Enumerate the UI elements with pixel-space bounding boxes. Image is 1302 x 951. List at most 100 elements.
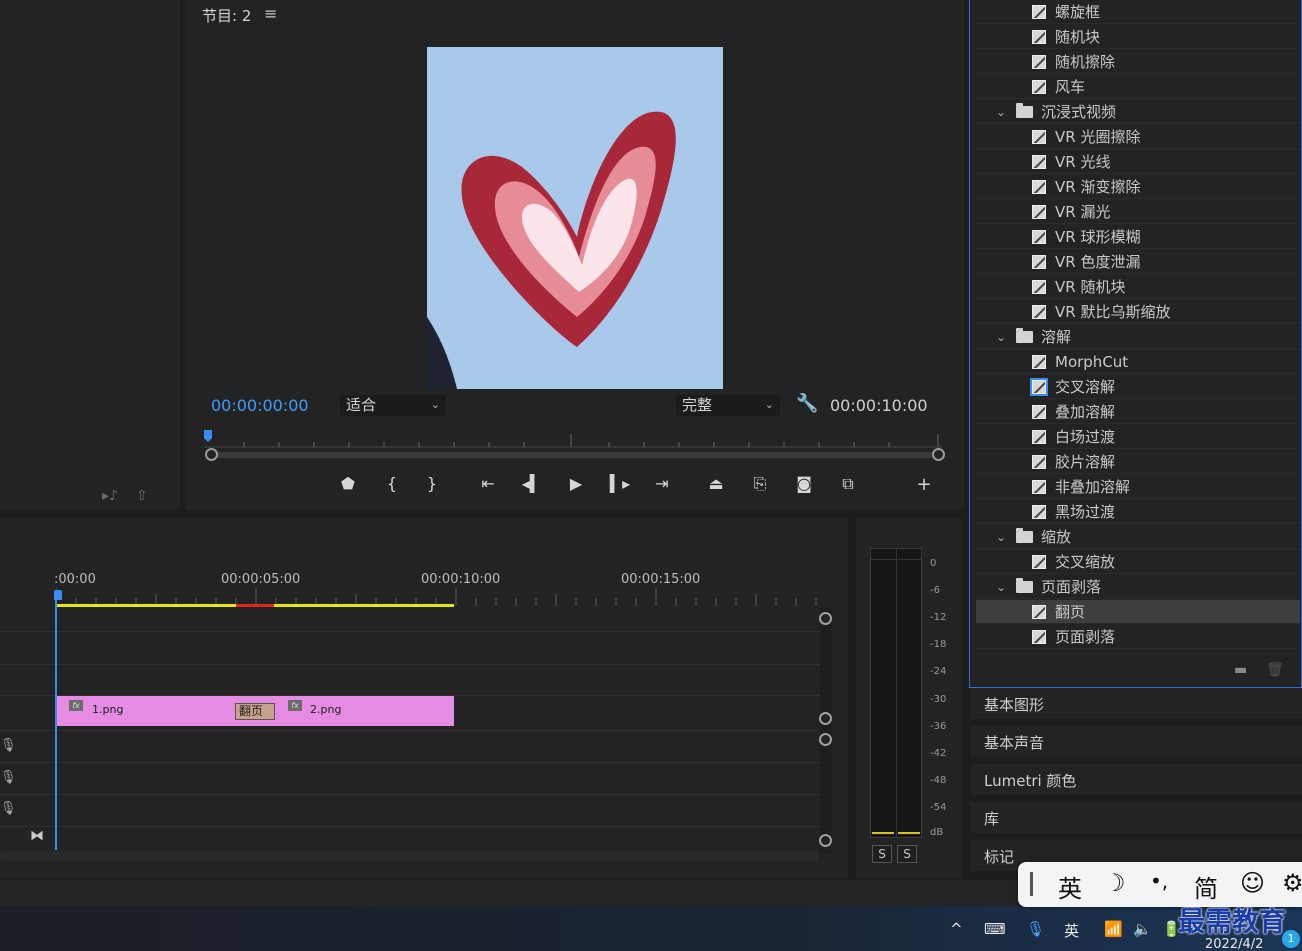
play-icon[interactable]: ▶ xyxy=(564,474,588,493)
volume-icon[interactable]: 🔈 xyxy=(1133,920,1152,938)
scrub-start-handle[interactable] xyxy=(205,448,218,461)
monitor-ruler[interactable] xyxy=(204,430,942,448)
add-marker-icon[interactable]: ⬟ xyxy=(336,474,360,493)
wifi-icon[interactable]: 📶 xyxy=(1104,920,1123,938)
track-divider xyxy=(0,762,820,763)
emoji-icon[interactable]: ☺ xyxy=(1240,869,1265,897)
effects-folder[interactable]: ⌄ 溶解 xyxy=(976,325,1300,349)
effect-item[interactable]: 翻页 xyxy=(976,600,1300,624)
effect-item[interactable]: MorphCut xyxy=(976,350,1300,374)
effect-item[interactable]: VR 光线 xyxy=(976,150,1300,174)
effect-item[interactable]: 胶片溶解 xyxy=(976,450,1300,474)
panel-essential-graphics[interactable]: 基本图形 xyxy=(971,688,1302,722)
mic-icon[interactable]: 🎙 xyxy=(0,770,17,785)
effect-item[interactable]: 黑场过渡 xyxy=(976,500,1300,524)
step-forward-icon[interactable]: ▍▸ xyxy=(608,474,632,493)
effects-folder[interactable]: ⌄ 页面剥落 xyxy=(976,575,1300,599)
half-width-icon[interactable]: ☽ xyxy=(1104,869,1126,897)
current-timecode[interactable]: 00:00:00:00 xyxy=(211,396,309,415)
effect-item[interactable]: VR 色度泄漏 xyxy=(976,250,1300,274)
quality-select[interactable]: 完整 ⌄ xyxy=(676,395,780,416)
go-to-out-icon[interactable]: ⇥ xyxy=(650,474,674,493)
effect-item[interactable]: 页面剥落 xyxy=(976,625,1300,649)
step-back-icon[interactable]: ◂▍ xyxy=(520,474,544,493)
source-panel: ▸♪ ⇧ xyxy=(0,0,180,510)
effect-item[interactable]: 随机擦除 xyxy=(976,50,1300,74)
effect-item[interactable]: VR 默比乌斯缩放 xyxy=(976,300,1300,324)
scroll-handle[interactable] xyxy=(819,612,832,625)
effects-folder[interactable]: ⌄ 沉浸式视频 xyxy=(976,100,1300,124)
effect-item[interactable]: 交叉缩放 xyxy=(976,550,1300,574)
taskbar-ime-lang[interactable]: 英 xyxy=(1064,920,1079,941)
playhead-line[interactable] xyxy=(55,598,57,850)
solo-right-button[interactable]: S xyxy=(897,845,917,863)
effect-label: 交叉缩放 xyxy=(1055,553,1116,571)
export-icon[interactable]: ⇧ xyxy=(136,488,148,504)
chevron-down-icon: ⌄ xyxy=(764,398,774,411)
solo-left-button[interactable]: S xyxy=(872,845,892,863)
effects-folder[interactable]: ⌄ 缩放 xyxy=(976,525,1300,549)
drag-handle[interactable] xyxy=(1030,872,1033,896)
microphone-icon[interactable]: 🎙 xyxy=(1026,920,1045,938)
effect-item[interactable]: VR 渐变擦除 xyxy=(976,175,1300,199)
effect-item[interactable]: 随机块 xyxy=(976,25,1300,49)
extract-icon[interactable]: ⎘ xyxy=(748,474,772,494)
notification-badge[interactable]: 1 xyxy=(1282,930,1300,948)
effect-label: 页面剥落 xyxy=(1055,628,1116,646)
go-to-in-icon[interactable]: ⇤ xyxy=(476,474,500,493)
transition-clip[interactable]: 翻页 xyxy=(235,703,275,720)
comparison-view-icon[interactable]: ⧉ xyxy=(836,474,860,494)
chevron-down-icon[interactable]: ⌄ xyxy=(996,575,1006,599)
scrub-bar[interactable] xyxy=(205,448,945,461)
effect-item[interactable]: VR 球形模糊 xyxy=(976,225,1300,249)
fit-select[interactable]: 适合 ⌄ xyxy=(340,395,446,416)
panel-menu-icon[interactable]: ≡ xyxy=(264,4,277,23)
insert-icon[interactable]: ▸♪ xyxy=(102,488,118,504)
mark-out-icon[interactable]: } xyxy=(420,474,444,493)
taskbar-date[interactable]: 2022/4/2 xyxy=(1205,937,1263,951)
render-needed-bar xyxy=(236,604,274,607)
simplified-toggle[interactable]: 简 xyxy=(1194,869,1218,904)
keyboard-icon[interactable]: ⌨ xyxy=(984,920,1006,938)
chevron-down-icon[interactable]: ⌄ xyxy=(996,100,1006,124)
timeline-ruler[interactable]: :00:00 00:00:05:00 00:00:10:00 00:00:15:… xyxy=(54,570,820,606)
new-folder-icon[interactable]: ▬ xyxy=(1234,662,1247,678)
trash-icon[interactable]: 🗑 xyxy=(1266,662,1284,678)
effect-label: VR 光圈擦除 xyxy=(1055,128,1141,146)
effect-item[interactable]: 风车 xyxy=(976,75,1300,99)
effect-label: 螺旋框 xyxy=(1055,3,1101,21)
master-track-icon[interactable]: ⧓ xyxy=(30,828,44,844)
timeline-vertical-scrollbar[interactable] xyxy=(819,608,832,853)
timeline-horizontal-scrollbar[interactable] xyxy=(0,851,818,861)
effect-label: VR 渐变擦除 xyxy=(1055,178,1141,196)
scrub-end-handle[interactable] xyxy=(932,448,945,461)
mic-icon[interactable]: 🎙 xyxy=(0,801,17,816)
effect-item[interactable]: 交叉溶解 xyxy=(976,375,1300,399)
settings-gear-icon[interactable]: ⚙ xyxy=(1282,869,1302,897)
scroll-handle[interactable] xyxy=(819,733,832,746)
effect-item[interactable]: 白场过渡 xyxy=(976,425,1300,449)
scroll-handle[interactable] xyxy=(819,712,832,725)
effect-item[interactable]: VR 随机块 xyxy=(976,275,1300,299)
mic-icon[interactable]: 🎙 xyxy=(0,738,17,753)
effect-item[interactable]: VR 光圈擦除 xyxy=(976,125,1300,149)
chevron-down-icon[interactable]: ⌄ xyxy=(996,325,1006,349)
add-button-icon[interactable]: + xyxy=(912,474,936,495)
effect-item[interactable]: 叠加溶解 xyxy=(976,400,1300,424)
camera-icon[interactable]: ◙ xyxy=(792,474,816,493)
show-hidden-icons-chevron[interactable]: ^ xyxy=(950,920,963,938)
punctuation-icon[interactable]: •, xyxy=(1150,869,1168,893)
panel-lumetri-color[interactable]: Lumetri 颜色 xyxy=(971,764,1302,798)
scroll-handle[interactable] xyxy=(819,834,832,847)
effect-item[interactable]: 非叠加溶解 xyxy=(976,475,1300,499)
panel-essential-sound[interactable]: 基本声音 xyxy=(971,726,1302,760)
mark-in-icon[interactable]: { xyxy=(380,474,404,493)
chevron-down-icon[interactable]: ⌄ xyxy=(996,525,1006,549)
panel-libraries[interactable]: 库 xyxy=(971,802,1302,836)
wrench-icon[interactable]: 🔧 xyxy=(796,393,818,414)
ime-language-toggle[interactable]: 英 xyxy=(1058,869,1082,904)
db-label: -54 xyxy=(930,802,947,813)
effect-item[interactable]: VR 漏光 xyxy=(976,200,1300,224)
lift-icon[interactable]: ⏏ xyxy=(704,474,728,493)
effect-item[interactable]: 螺旋框 xyxy=(976,0,1300,24)
